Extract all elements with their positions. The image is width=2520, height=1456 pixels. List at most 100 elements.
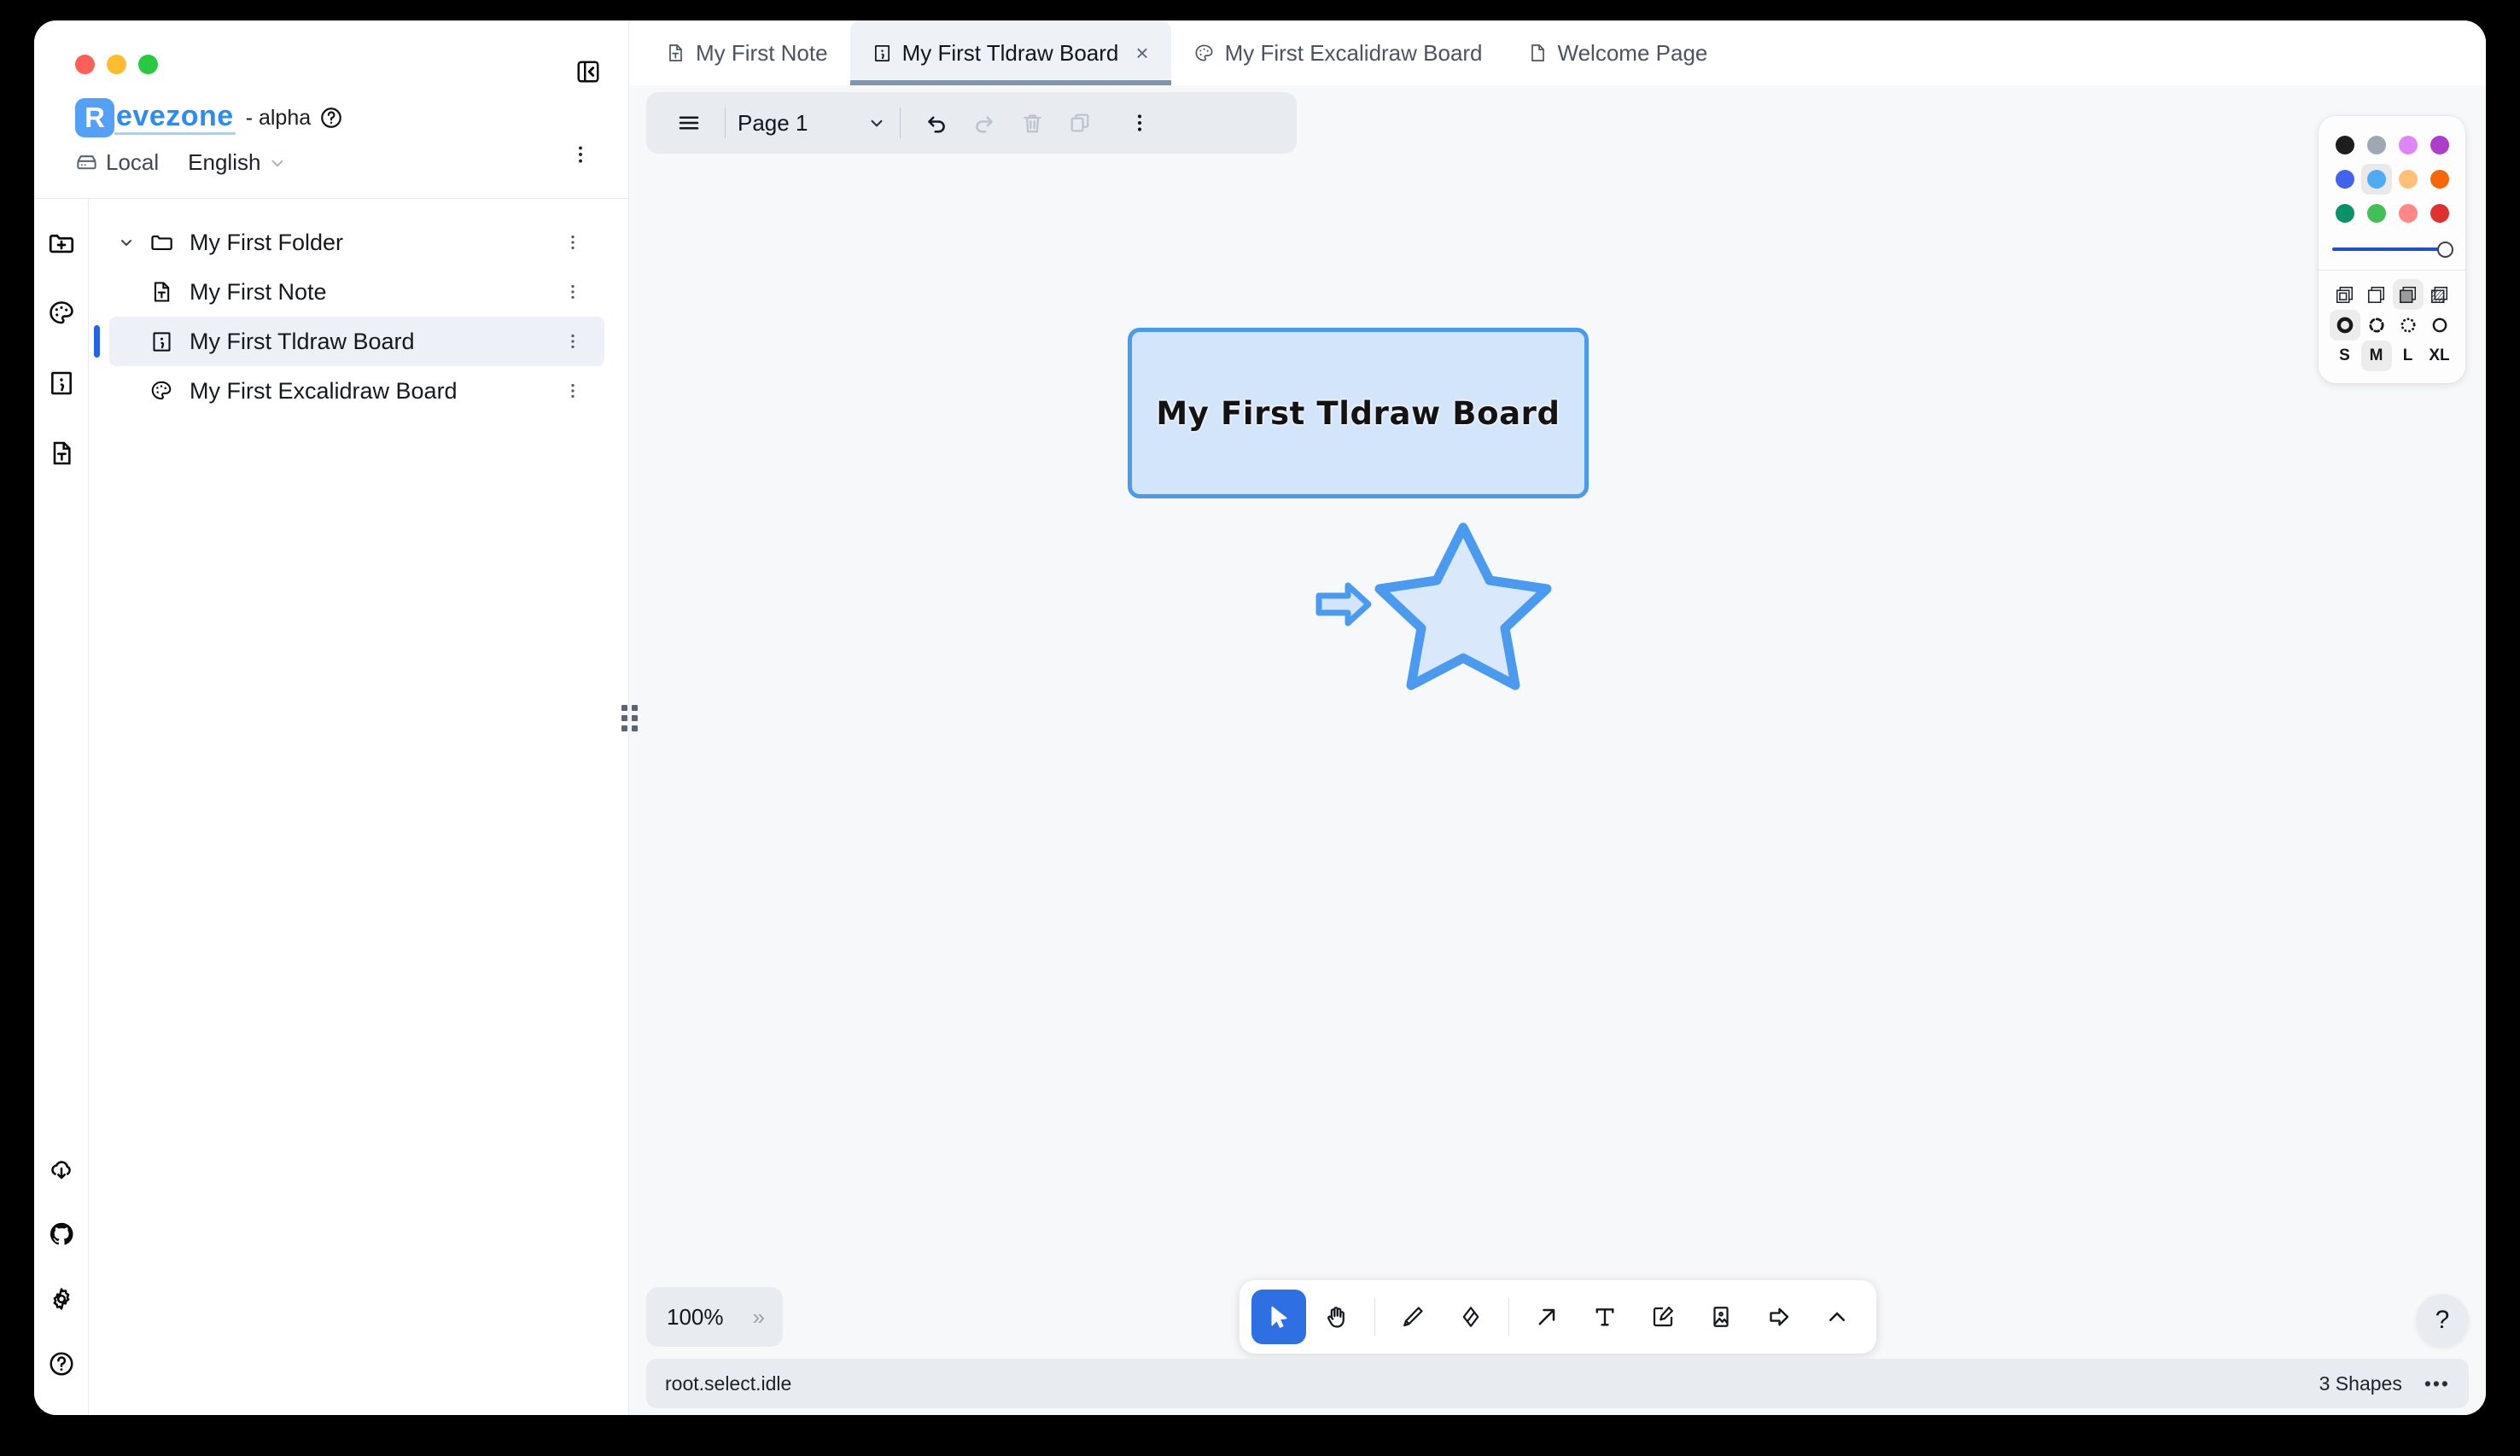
size-xl-button[interactable]: XL: [2424, 341, 2455, 371]
editor-more-button[interactable]: [1116, 101, 1164, 145]
color-swatch-light-red[interactable]: [2393, 198, 2424, 229]
tree-item-my-first-note[interactable]: My First Note: [109, 267, 604, 317]
sidebar-resize-handle[interactable]: [623, 20, 635, 1415]
swatch-dot: [2430, 204, 2449, 223]
opacity-slider[interactable]: [2332, 241, 2452, 258]
chevrons-right-icon[interactable]: »: [753, 1304, 762, 1331]
size-s-button[interactable]: S: [2330, 341, 2360, 371]
tab-my-first-note[interactable]: My First Note: [643, 20, 850, 85]
more-vertical-icon[interactable]: [558, 228, 587, 257]
image-tool-button[interactable]: [1694, 1290, 1748, 1344]
color-swatch-blue[interactable]: [2330, 164, 2360, 195]
opacity-slider-thumb[interactable]: [2437, 242, 2453, 258]
new-excalidraw-button[interactable]: [44, 296, 79, 330]
draw-tool-button[interactable]: [1385, 1290, 1440, 1344]
storage-mode[interactable]: Local: [75, 149, 159, 176]
new-tldraw-button[interactable]: [44, 366, 79, 400]
dash-dashed-button[interactable]: [2361, 310, 2392, 341]
tab-label: My First Tldraw Board: [902, 40, 1119, 67]
dash-draw-button[interactable]: [2330, 310, 2360, 341]
more-tools-button[interactable]: [1810, 1290, 1864, 1344]
database-icon: [75, 151, 98, 174]
color-swatch-black[interactable]: [2330, 130, 2360, 160]
sidebar-more-button[interactable]: [565, 139, 596, 170]
arrow-block-icon: [1766, 1304, 1792, 1330]
dash-dashed-icon: [2365, 314, 2388, 336]
chevron-down-icon: [268, 154, 287, 172]
fill-solid-button[interactable]: [2393, 279, 2424, 310]
fill-pattern-button[interactable]: [2424, 279, 2455, 310]
tree-item-my-first-excalidraw-board[interactable]: My First Excalidraw Board: [109, 366, 604, 416]
color-swatch-light-violet[interactable]: [2393, 130, 2424, 160]
text-tool-button[interactable]: [1578, 1290, 1632, 1344]
hand-tool-button[interactable]: [1310, 1290, 1364, 1344]
help-fab-button[interactable]: ?: [2416, 1294, 2469, 1347]
duplicate-button[interactable]: [1056, 101, 1104, 145]
new-note-button[interactable]: [44, 436, 79, 470]
fill-none-button[interactable]: [2330, 279, 2360, 310]
pencil-icon: [1400, 1304, 1426, 1330]
window-minimize-button[interactable]: [107, 55, 126, 74]
canvas[interactable]: My First Tldraw Board: [629, 85, 2486, 1415]
color-swatch-red[interactable]: [2424, 198, 2455, 229]
more-vertical-icon[interactable]: [558, 327, 587, 356]
swatch-dot: [2430, 136, 2449, 154]
new-folder-button[interactable]: [44, 226, 79, 260]
tool-toolbar: [1240, 1280, 1876, 1354]
color-swatch-yellow[interactable]: [2393, 164, 2424, 195]
color-swatch-grey[interactable]: [2361, 130, 2392, 160]
tab-welcome-page[interactable]: Welcome Page: [1505, 20, 1730, 85]
shape-count-label: 3 Shapes: [2319, 1372, 2402, 1395]
more-vertical-icon[interactable]: [558, 277, 587, 306]
tab-my-first-tldraw-board[interactable]: My First Tldraw Board ×: [850, 20, 1171, 85]
tree-item-my-first-folder[interactable]: My First Folder: [109, 218, 604, 267]
color-swatch-green[interactable]: [2330, 198, 2360, 229]
window-close-button[interactable]: [75, 55, 95, 74]
eraser-tool-button[interactable]: [1444, 1290, 1498, 1344]
settings-button[interactable]: [44, 1282, 79, 1316]
sidebar-collapse-button[interactable]: [568, 53, 609, 90]
toolbar-divider-1: [725, 108, 726, 138]
fill-semi-button[interactable]: [2361, 279, 2392, 310]
sticky-note-icon: [1650, 1304, 1676, 1330]
tab-close-button[interactable]: ×: [1135, 42, 1148, 64]
main-area: My First Note My First Tldraw Board ×: [629, 20, 2486, 1415]
delete-button[interactable]: [1008, 101, 1056, 145]
page-name-label: Page 1: [738, 110, 866, 137]
redo-button[interactable]: [960, 101, 1008, 145]
color-swatch-light-green[interactable]: [2361, 198, 2392, 229]
style-panel: S M L XL: [2319, 116, 2465, 383]
language-selector[interactable]: English: [188, 149, 287, 176]
more-vertical-icon: [1129, 112, 1151, 134]
color-swatch-violet[interactable]: [2424, 130, 2455, 160]
size-l-button[interactable]: L: [2393, 341, 2424, 371]
github-button[interactable]: [44, 1217, 79, 1251]
app-logo: R: [75, 98, 114, 137]
window-maximize-button[interactable]: [138, 55, 158, 74]
app-name: evezone: [114, 101, 236, 134]
swatch-dot: [2367, 204, 2386, 223]
download-button[interactable]: [44, 1152, 79, 1186]
more-vertical-icon[interactable]: [558, 376, 587, 405]
help-button[interactable]: [44, 1347, 79, 1381]
undo-button[interactable]: [913, 101, 960, 145]
tab-my-first-excalidraw-board[interactable]: My First Excalidraw Board: [1171, 20, 1505, 85]
zoom-control[interactable]: 100% »: [646, 1287, 783, 1347]
color-swatch-orange[interactable]: [2424, 164, 2455, 195]
status-more-button[interactable]: •••: [2424, 1372, 2450, 1395]
select-tool-button[interactable]: [1251, 1290, 1306, 1344]
about-help-button[interactable]: [319, 106, 343, 130]
canvas-shape-star[interactable]: [1365, 512, 1561, 691]
dash-solid-button[interactable]: [2424, 310, 2455, 341]
dash-dotted-button[interactable]: [2393, 310, 2424, 341]
canvas-shape-rectangle[interactable]: My First Tldraw Board: [1128, 328, 1589, 498]
shape-tool-button[interactable]: [1752, 1290, 1806, 1344]
main-menu-button[interactable]: [665, 101, 713, 145]
page-menu-button[interactable]: Page 1: [738, 110, 888, 137]
arrow-tool-button[interactable]: [1520, 1290, 1574, 1344]
size-m-button[interactable]: M: [2361, 341, 2392, 371]
tree-item-my-first-tldraw-board[interactable]: My First Tldraw Board: [109, 317, 604, 366]
color-swatch-light-blue[interactable]: [2361, 164, 2392, 195]
note-tool-button[interactable]: [1636, 1290, 1690, 1344]
chevron-down-icon[interactable]: [109, 232, 143, 253]
